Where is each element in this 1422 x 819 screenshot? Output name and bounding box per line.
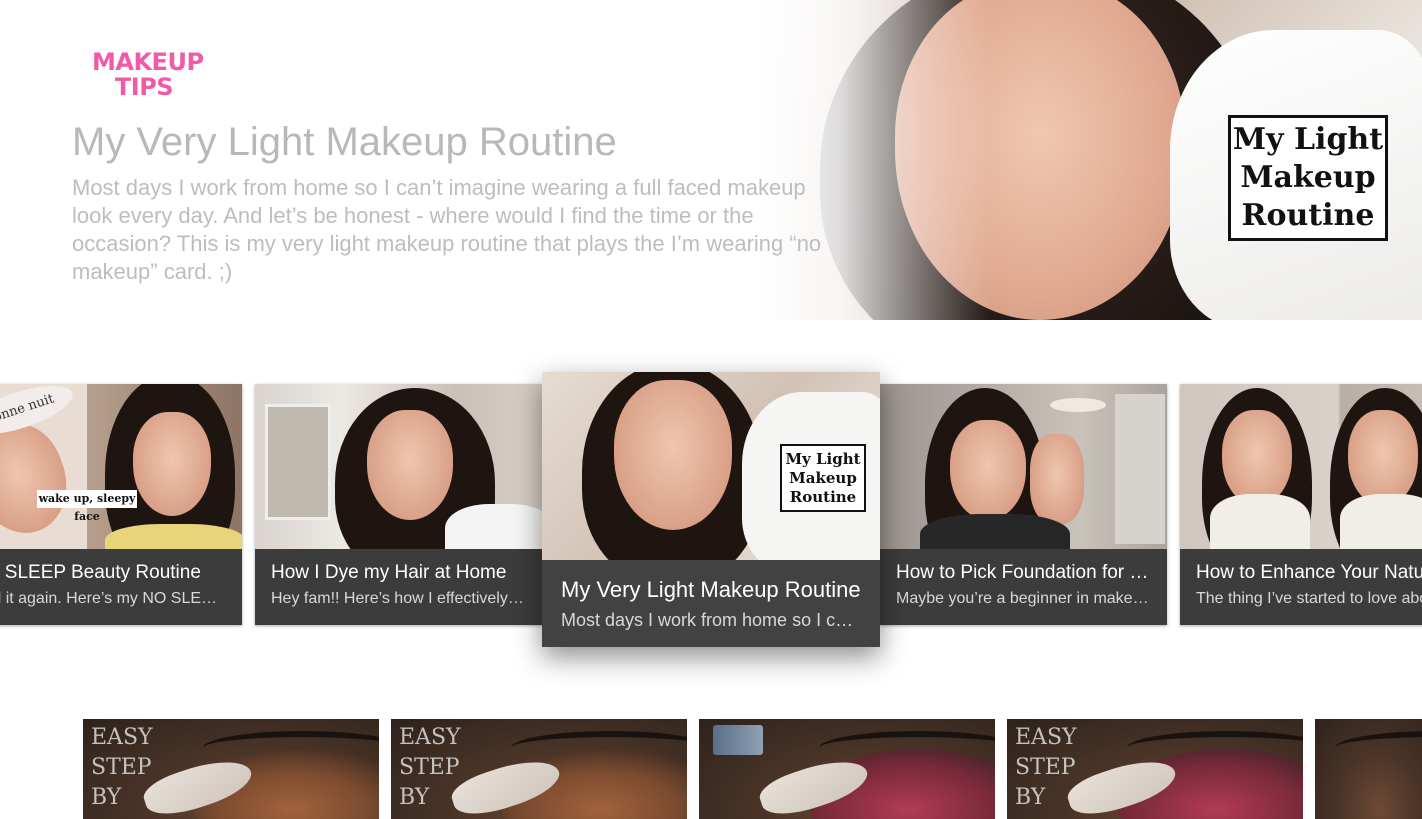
thumb-raised-hand — [1030, 434, 1084, 524]
video-card-subtitle: Hey fam!! Here’s how I effectively dye m… — [271, 590, 526, 607]
hero-title: My Very Light Makeup Routine — [72, 120, 617, 164]
thumb-eyebrow — [511, 731, 687, 765]
thumb-top — [445, 504, 542, 549]
video-card-info: How to Enhance Your Natural Beauty The t… — [1180, 549, 1422, 609]
video-thumbnail: bonne nuit wake up, sleepy face — [0, 384, 242, 549]
video-thumbnail: My Light Makeup Routine — [542, 372, 880, 560]
video-card-subtitle: Maybe you’re a beginner in makeup and wa… — [896, 590, 1151, 607]
thumb-lamp — [1050, 398, 1106, 412]
hero-overlay-text: My Light Makeup Routine — [1232, 122, 1384, 233]
headband-text: bonne nuit — [0, 391, 56, 428]
thumb-caption-label: wake up, sleepy face — [37, 490, 137, 523]
video-card-pick-foundation[interactable]: How to Pick Foundation for Beginners May… — [880, 384, 1167, 625]
thumb-face — [950, 420, 1026, 520]
video-card-dye-hair[interactable]: How I Dye my Hair at Home Hey fam!! Here… — [255, 384, 542, 625]
hero-banner: My Light Makeup Routine MAKEUP TIPS My V… — [0, 0, 1422, 320]
thumb-face-right — [1348, 410, 1418, 506]
video-card-no-sleep[interactable]: bonne nuit wake up, sleepy face NO SLEEP… — [0, 384, 242, 625]
hero-overlay-title-box: My Light Makeup Routine — [1228, 115, 1388, 241]
logo-line-makeup: MAKEUP — [92, 48, 204, 76]
thumb-face-left — [1222, 410, 1292, 506]
thumb-eyebrow — [819, 731, 995, 765]
thumb-face-left — [0, 411, 82, 547]
video-card-eye-tutorial[interactable] — [1315, 719, 1422, 819]
thumb-face — [367, 410, 453, 520]
video-card-title: How to Pick Foundation for Beginners — [896, 562, 1151, 583]
thumb-face-right — [133, 412, 211, 516]
video-card-eye-tutorial[interactable]: EASY STEP BY — [83, 719, 379, 819]
thumb-eyebrow — [1127, 731, 1303, 765]
video-card-eye-tutorial[interactable] — [699, 719, 995, 819]
app-logo: MAKEUP TIPS — [92, 48, 204, 101]
video-card-subtitle: Most days I work from home so I can’t im… — [561, 610, 861, 630]
video-thumbnail — [1180, 384, 1422, 549]
thumb-eyebrow — [203, 731, 379, 765]
video-card-title: How to Enhance Your Natural Beauty — [1196, 562, 1422, 583]
thumb-overlay-box: My Light Makeup Routine — [780, 444, 866, 512]
video-thumbnail — [880, 384, 1167, 549]
video-card-light-makeup[interactable]: My Light Makeup Routine My Very Light Ma… — [542, 372, 880, 647]
video-card-subtitle: I did it again. Here’s my NO SLEEP beaut… — [0, 590, 226, 607]
video-thumbnail — [255, 384, 542, 549]
thumb-top — [105, 524, 242, 549]
video-card-eye-tutorial[interactable]: EASY STEP BY — [391, 719, 687, 819]
thumb-eyebrow — [1335, 731, 1422, 765]
video-card-eye-tutorial[interactable]: EASY STEP BY — [1007, 719, 1303, 819]
thumb-face — [614, 380, 732, 530]
hero-description: Most days I work from home so I can’t im… — [72, 175, 822, 284]
video-card-subtitle: The thing I’ve started to love about my … — [1196, 590, 1422, 607]
video-card-info: How to Pick Foundation for Beginners May… — [880, 549, 1167, 609]
video-card-natural-beauty[interactable]: How to Enhance Your Natural Beauty The t… — [1180, 384, 1422, 625]
thumb-door — [1115, 394, 1165, 544]
video-card-title: NO SLEEP Beauty Routine — [0, 562, 201, 583]
video-card-info: How I Dye my Hair at Home Hey fam!! Here… — [255, 549, 542, 609]
thumb-mirror — [265, 404, 331, 520]
logo-line-tips: TIPS — [114, 73, 174, 101]
thumb-emblem — [713, 725, 763, 755]
video-card-info: My Very Light Makeup Routine Most days I… — [542, 560, 880, 632]
thumb-top-right — [1340, 494, 1422, 549]
video-card-title: How I Dye my Hair at Home — [271, 562, 507, 583]
hero-backdrop-image: My Light Makeup Routine — [760, 0, 1422, 320]
thumb-top-left — [1210, 494, 1310, 549]
video-card-info: NO SLEEP Beauty Routine I did it again. … — [0, 549, 242, 609]
video-card-title: My Very Light Makeup Routine — [561, 577, 861, 602]
thumb-top — [920, 514, 1070, 549]
